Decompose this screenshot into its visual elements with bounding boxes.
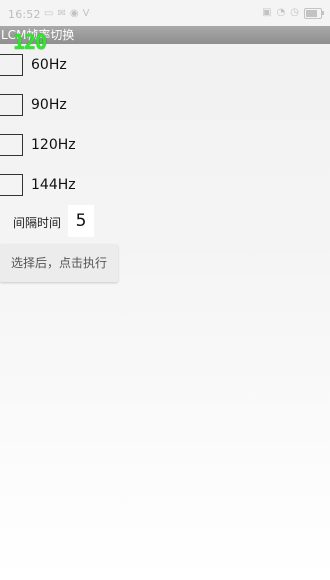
checkbox-144hz[interactable] <box>0 174 23 196</box>
interval-input[interactable]: 5 <box>68 205 94 237</box>
interval-label: 间隔时间 <box>13 216 62 230</box>
refresh-rate-options: 60Hz 90Hz 120Hz 144Hz <box>0 52 120 212</box>
v-icon: V <box>82 8 90 19</box>
sim-icon: ▣ <box>262 7 272 18</box>
option-label: 120Hz <box>31 137 76 153</box>
title-bar: LCM帧率切换 <box>0 26 330 44</box>
status-right-icons: ▣ ◔ ◷ <box>262 7 324 19</box>
execute-button[interactable]: 选择后，点击执行 <box>0 244 118 282</box>
checkbox-60hz[interactable] <box>0 54 23 76</box>
interval-row: 间隔时间 5 <box>0 204 120 238</box>
checkbox-120hz[interactable] <box>0 134 23 156</box>
option-label: 144Hz <box>31 177 76 193</box>
battery-fill <box>306 10 318 17</box>
mail-icon: ✉ <box>57 8 66 19</box>
status-time: 16:52 <box>8 8 41 21</box>
option-label: 60Hz <box>31 57 67 73</box>
chat-icon: ◉ <box>69 8 79 19</box>
alarm-icon: ◷ <box>290 7 299 18</box>
checkbox-90hz[interactable] <box>0 94 23 116</box>
status-bar: 16:52 ▭ ✉ ◉ V ▣ ◔ ◷ <box>0 0 330 26</box>
option-120hz[interactable]: 120Hz <box>0 132 120 172</box>
wifi-icon: ◔ <box>276 7 286 18</box>
option-label: 90Hz <box>31 97 67 113</box>
battery-icon <box>304 8 324 19</box>
option-90hz[interactable]: 90Hz <box>0 92 120 132</box>
option-60hz[interactable]: 60Hz <box>0 52 120 92</box>
status-left-icons: ▭ ✉ ◉ V <box>44 8 89 19</box>
fps-overlay: 120 <box>13 30 47 54</box>
notification-icon: ▭ <box>44 8 54 19</box>
